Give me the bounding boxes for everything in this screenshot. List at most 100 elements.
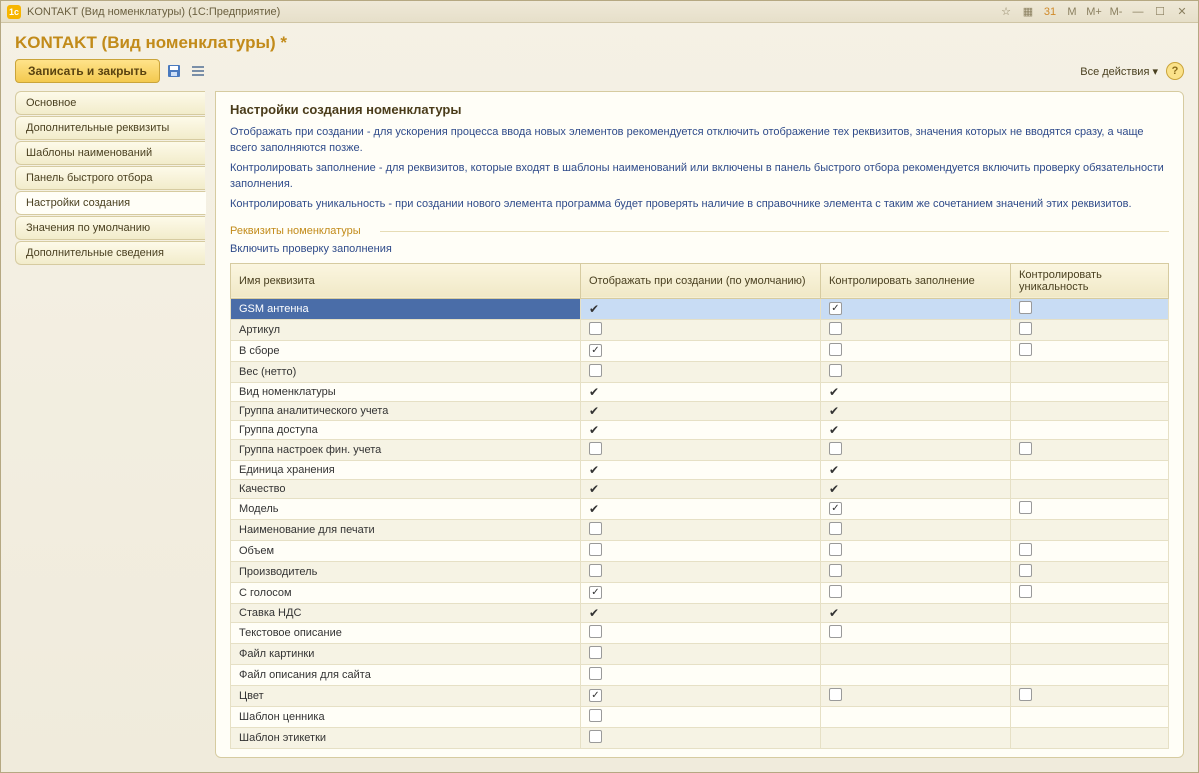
table-row[interactable]: Качество✔✔ <box>231 479 1169 498</box>
checkbox[interactable] <box>829 364 842 377</box>
table-row[interactable]: Файл описания для сайта <box>231 664 1169 685</box>
save-and-close-button[interactable]: Записать и закрыть <box>15 59 160 83</box>
table-row[interactable]: Вид номенклатуры✔✔ <box>231 382 1169 401</box>
column-header-1[interactable]: Отображать при создании (по умолчанию) <box>581 263 821 298</box>
column-header-2[interactable]: Контролировать заполнение <box>821 263 1011 298</box>
table-row[interactable]: Файл картинки <box>231 643 1169 664</box>
requisite-name: Файл описания для сайта <box>231 664 581 685</box>
check-icon: ✔ <box>829 463 839 477</box>
help-text-2: Контролировать заполнение - для реквизит… <box>230 161 1169 193</box>
requisite-name: Шаблон ценника <box>231 706 581 727</box>
checkbox[interactable] <box>829 625 842 638</box>
checkbox[interactable] <box>1019 585 1032 598</box>
checkbox[interactable] <box>589 522 602 535</box>
checkbox[interactable] <box>589 667 602 680</box>
table-row[interactable]: Модель✔ <box>231 498 1169 519</box>
checkbox[interactable] <box>829 585 842 598</box>
table-row[interactable]: Наименование для печати <box>231 519 1169 540</box>
checkbox[interactable] <box>1019 501 1032 514</box>
memory-mplus-button[interactable]: M+ <box>1084 4 1104 20</box>
all-actions-menu[interactable]: Все действия ▾ <box>1080 65 1158 78</box>
favorite-icon[interactable]: ☆ <box>996 4 1016 20</box>
checkbox[interactable] <box>589 344 602 357</box>
checkbox[interactable] <box>589 646 602 659</box>
column-header-3[interactable]: Контролировать уникальность <box>1011 263 1169 298</box>
enable-check-label[interactable]: Включить проверку заполнения <box>230 243 1169 255</box>
sidebar-tab-1[interactable]: Дополнительные реквизиты <box>15 116 205 140</box>
checkbox[interactable] <box>1019 688 1032 701</box>
table-row[interactable]: Текстовое описание <box>231 622 1169 643</box>
checkbox[interactable] <box>829 502 842 515</box>
checkbox[interactable] <box>829 688 842 701</box>
checkbox[interactable] <box>1019 301 1032 314</box>
table-row[interactable]: Шаблон ценника <box>231 706 1169 727</box>
checkbox[interactable] <box>589 364 602 377</box>
calendar-icon[interactable]: 31 <box>1040 4 1060 20</box>
maximize-button[interactable]: ☐ <box>1150 4 1170 20</box>
table-row[interactable]: Группа настроек фин. учета <box>231 439 1169 460</box>
check-icon: ✔ <box>589 482 599 496</box>
table-row[interactable]: Ставка НДС✔✔ <box>231 603 1169 622</box>
table-row[interactable]: Вес (нетто) <box>231 361 1169 382</box>
close-button[interactable]: ✕ <box>1172 4 1192 20</box>
help-button[interactable]: ? <box>1166 62 1184 80</box>
checkbox[interactable] <box>1019 322 1032 335</box>
requisite-name: Группа доступа <box>231 420 581 439</box>
table-row[interactable]: Единица хранения✔✔ <box>231 460 1169 479</box>
checkbox[interactable] <box>829 442 842 455</box>
save-icon[interactable] <box>164 61 184 81</box>
titlebar: 1c KONTAKT (Вид номенклатуры) (1С:Предпр… <box>1 1 1198 23</box>
checkbox[interactable] <box>589 730 602 743</box>
minimize-button[interactable]: — <box>1128 4 1148 20</box>
checkbox[interactable] <box>1019 343 1032 356</box>
requisite-name: Цвет <box>231 685 581 706</box>
table-row[interactable]: В сборе <box>231 340 1169 361</box>
table-row[interactable]: Группа доступа✔✔ <box>231 420 1169 439</box>
memory-m-button[interactable]: M <box>1062 4 1082 20</box>
checkbox[interactable] <box>829 564 842 577</box>
check-icon: ✔ <box>829 385 839 399</box>
requisite-name: Шаблон этикетки <box>231 727 581 748</box>
requisite-name: Ставка НДС <box>231 603 581 622</box>
table-row[interactable]: Объем <box>231 540 1169 561</box>
memory-mminus-button[interactable]: M- <box>1106 4 1126 20</box>
requisite-name: Вес (нетто) <box>231 361 581 382</box>
checkbox[interactable] <box>589 709 602 722</box>
checkbox[interactable] <box>829 322 842 335</box>
check-icon: ✔ <box>829 606 839 620</box>
checkbox[interactable] <box>589 442 602 455</box>
checkbox[interactable] <box>1019 564 1032 577</box>
sidebar-tab-0[interactable]: Основное <box>15 91 205 115</box>
table-row[interactable]: Шаблон этикетки <box>231 727 1169 748</box>
fieldset-label: Реквизиты номенклатуры <box>230 225 1169 237</box>
requisite-name: Файл картинки <box>231 643 581 664</box>
column-header-0[interactable]: Имя реквизита <box>231 263 581 298</box>
sidebar-tab-5[interactable]: Значения по умолчанию <box>15 216 205 240</box>
checkbox[interactable] <box>589 564 602 577</box>
checkbox[interactable] <box>589 543 602 556</box>
checkbox[interactable] <box>1019 442 1032 455</box>
checkbox[interactable] <box>589 689 602 702</box>
checkbox[interactable] <box>829 343 842 356</box>
table-row[interactable]: Артикул <box>231 319 1169 340</box>
table-row[interactable]: Группа аналитического учета✔✔ <box>231 401 1169 420</box>
table-row[interactable]: GSM антенна✔ <box>231 298 1169 319</box>
sidebar-tab-2[interactable]: Шаблоны наименований <box>15 141 205 165</box>
requisite-name: Группа аналитического учета <box>231 401 581 420</box>
checkbox[interactable] <box>589 625 602 638</box>
calculator-icon[interactable]: ▦ <box>1018 4 1038 20</box>
sidebar-tab-4[interactable]: Настройки создания <box>15 191 206 215</box>
checkbox[interactable] <box>829 302 842 315</box>
requisite-name: Текстовое описание <box>231 622 581 643</box>
table-row[interactable]: Цвет <box>231 685 1169 706</box>
checkbox[interactable] <box>1019 543 1032 556</box>
checkbox[interactable] <box>829 522 842 535</box>
checkbox[interactable] <box>829 543 842 556</box>
checkbox[interactable] <box>589 586 602 599</box>
table-row[interactable]: Производитель <box>231 561 1169 582</box>
sidebar-tab-3[interactable]: Панель быстрого отбора <box>15 166 205 190</box>
list-icon[interactable] <box>188 61 208 81</box>
table-row[interactable]: С голосом <box>231 582 1169 603</box>
sidebar-tab-6[interactable]: Дополнительные сведения <box>15 241 205 265</box>
checkbox[interactable] <box>589 322 602 335</box>
